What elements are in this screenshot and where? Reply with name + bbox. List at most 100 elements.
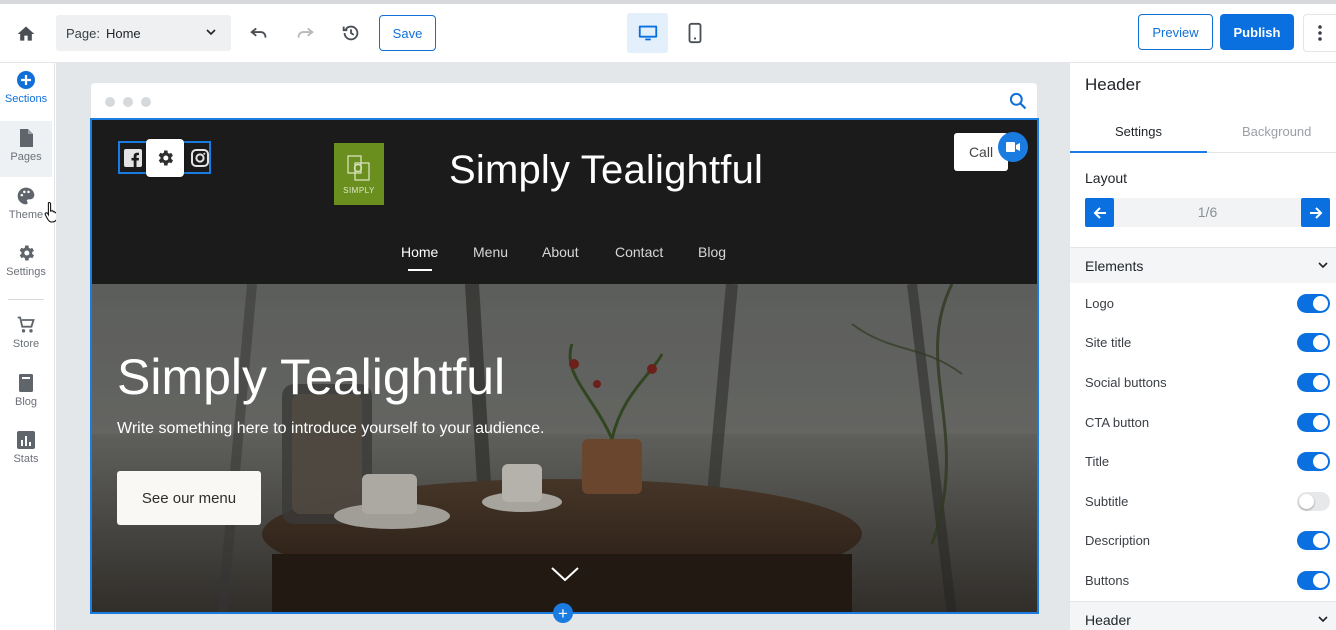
layout-prev-arrow-icon[interactable] bbox=[1085, 198, 1114, 227]
sidebar-item-label: Settings bbox=[6, 266, 46, 278]
browser-dot bbox=[105, 97, 115, 107]
toggle-label: Logo bbox=[1085, 296, 1114, 311]
nav-link-menu[interactable]: Menu bbox=[473, 244, 508, 260]
toggle-label: Site title bbox=[1085, 335, 1132, 350]
chevron-down-icon bbox=[1315, 611, 1331, 630]
page-select[interactable]: Page: Home bbox=[56, 15, 231, 51]
sidebar-item-pages[interactable]: Pages bbox=[0, 121, 52, 177]
desktop-icon bbox=[638, 25, 657, 41]
toggle-row-title: Title bbox=[1085, 452, 1330, 472]
browser-frame-bar bbox=[91, 83, 1037, 118]
scroll-down-chevron-icon[interactable] bbox=[550, 566, 580, 587]
history-icon[interactable] bbox=[334, 16, 368, 50]
video-badge-icon[interactable] bbox=[998, 132, 1028, 162]
sidebar-item-stats[interactable]: Stats bbox=[0, 423, 52, 479]
header-section-header[interactable]: Header bbox=[1070, 601, 1336, 630]
preview-button[interactable]: Preview bbox=[1138, 14, 1213, 50]
sidebar-item-settings[interactable]: Settings bbox=[0, 236, 52, 292]
nav-link-about[interactable]: About bbox=[542, 244, 579, 260]
more-options-icon[interactable] bbox=[1303, 14, 1336, 52]
subtitle-toggle[interactable] bbox=[1297, 492, 1330, 511]
gear-icon bbox=[158, 150, 173, 166]
layout-next-arrow-icon[interactable] bbox=[1301, 198, 1330, 227]
toggle-label: Subtitle bbox=[1085, 494, 1129, 509]
hero-background-image bbox=[92, 284, 1037, 612]
toggle-row-description: Description bbox=[1085, 531, 1330, 551]
sidebar-item-label: Theme bbox=[8, 209, 44, 221]
site-header-section[interactable]: SIMPLY Simply Tealightful Call Home Menu… bbox=[90, 118, 1039, 614]
site-title-toggle[interactable] bbox=[1297, 333, 1330, 352]
cta-button-toggle[interactable] bbox=[1297, 413, 1330, 432]
book-icon bbox=[18, 372, 34, 394]
hero-subtitle[interactable]: Write something here to introduce yourse… bbox=[117, 420, 545, 438]
add-section-plus-icon[interactable]: + bbox=[553, 603, 573, 623]
nav-active-underline bbox=[408, 269, 432, 271]
cart-icon bbox=[16, 314, 36, 336]
nav-link-blog[interactable]: Blog bbox=[698, 244, 726, 260]
element-settings-button[interactable] bbox=[146, 139, 184, 177]
mobile-view-button[interactable] bbox=[676, 13, 714, 53]
facebook-icon[interactable] bbox=[124, 147, 143, 169]
hero-banner[interactable]: Simply Tealightful Write something here … bbox=[92, 284, 1037, 612]
teacup-logo-icon bbox=[347, 154, 370, 181]
sidebar-item-sections[interactable]: Sections bbox=[0, 63, 52, 119]
site-logo[interactable]: SIMPLY bbox=[334, 143, 384, 205]
sidebar-item-label: Store bbox=[12, 338, 40, 350]
social-buttons-toggle[interactable] bbox=[1297, 373, 1330, 392]
browser-dot bbox=[123, 97, 133, 107]
home-icon[interactable] bbox=[8, 16, 44, 52]
page-icon bbox=[18, 127, 34, 149]
sidebar-item-blog[interactable]: Blog bbox=[0, 366, 52, 422]
mobile-icon bbox=[688, 22, 702, 44]
elements-label: Elements bbox=[1085, 257, 1144, 274]
site-title[interactable]: Simply Tealightful bbox=[449, 148, 763, 193]
undo-icon[interactable] bbox=[242, 16, 276, 50]
page-select-value: Home bbox=[105, 25, 141, 41]
gear-icon bbox=[16, 242, 36, 264]
toggle-row-cta-button: CTA button bbox=[1085, 413, 1330, 433]
save-button[interactable]: Save bbox=[379, 15, 436, 51]
header-label: Header bbox=[1085, 611, 1131, 628]
redo-icon[interactable] bbox=[288, 16, 322, 50]
sidebar-item-label: Blog bbox=[14, 396, 38, 408]
settings-panel: Header Settings Background Layout 1/6 El… bbox=[1069, 63, 1336, 630]
buttons-toggle[interactable] bbox=[1297, 571, 1330, 590]
panel-title: Header bbox=[1085, 75, 1141, 94]
instagram-icon[interactable] bbox=[190, 147, 210, 169]
bar-chart-icon bbox=[17, 429, 35, 451]
top-toolbar: Page: Home Save Preview Publish bbox=[0, 0, 1336, 63]
toggle-label: Buttons bbox=[1085, 573, 1130, 588]
site-header[interactable]: SIMPLY Simply Tealightful Call Home Menu… bbox=[92, 120, 1037, 284]
layout-label: Layout bbox=[1085, 170, 1128, 186]
logo-toggle[interactable] bbox=[1297, 294, 1330, 313]
nav-link-home[interactable]: Home bbox=[401, 244, 438, 260]
title-toggle[interactable] bbox=[1297, 452, 1330, 471]
toggle-row-social-buttons: Social buttons bbox=[1085, 373, 1330, 393]
toggle-label: Social buttons bbox=[1085, 375, 1167, 390]
search-icon[interactable] bbox=[1008, 91, 1028, 116]
publish-button[interactable]: Publish bbox=[1220, 14, 1294, 50]
sidebar-item-label: Stats bbox=[13, 453, 39, 465]
sidebar-item-label: Pages bbox=[10, 151, 42, 163]
sidebar-item-store[interactable]: Store bbox=[0, 308, 52, 364]
layout-value: 1/6 bbox=[1197, 204, 1218, 220]
logo-text: SIMPLY bbox=[343, 185, 375, 195]
tab-background[interactable]: Background bbox=[1242, 124, 1311, 139]
toggle-row-logo: Logo bbox=[1085, 294, 1330, 314]
description-toggle[interactable] bbox=[1297, 531, 1330, 550]
elements-section-header[interactable]: Elements bbox=[1070, 247, 1336, 283]
chevron-down-icon bbox=[203, 24, 219, 43]
toggle-row-buttons: Buttons bbox=[1085, 571, 1330, 591]
toggle-row-subtitle: Subtitle bbox=[1085, 492, 1330, 512]
chevron-down-icon bbox=[1315, 257, 1331, 276]
nav-link-contact[interactable]: Contact bbox=[615, 244, 663, 260]
hero-title[interactable]: Simply Tealightful bbox=[117, 348, 505, 406]
hero-menu-button[interactable]: See our menu bbox=[117, 471, 261, 525]
desktop-view-button[interactable] bbox=[627, 13, 668, 53]
sidebar-divider bbox=[8, 299, 44, 300]
active-tab-indicator bbox=[1070, 151, 1207, 153]
sidebar-item-label: Sections bbox=[4, 93, 48, 105]
toggle-label: Description bbox=[1085, 533, 1151, 548]
tab-settings[interactable]: Settings bbox=[1115, 124, 1162, 139]
page-select-label: Page: bbox=[66, 25, 100, 41]
